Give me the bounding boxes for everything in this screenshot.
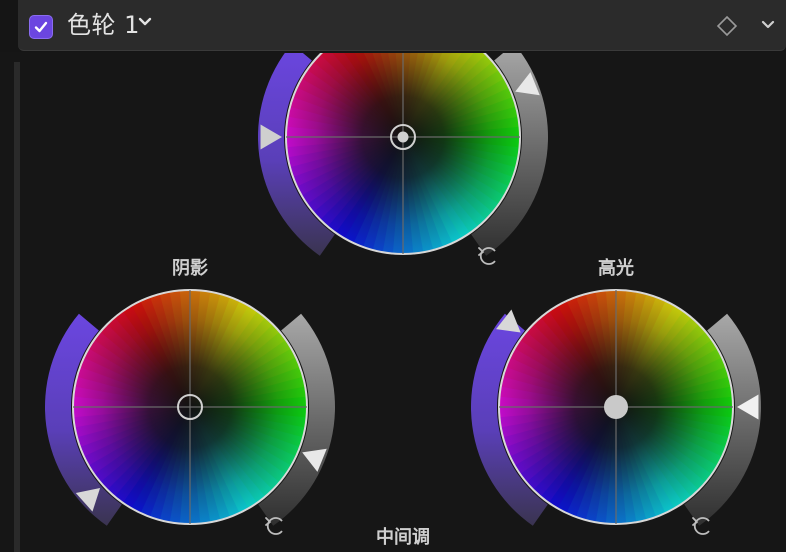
midtones-label: 中间调 <box>376 527 430 548</box>
shadows-label: 阴影 <box>172 258 208 279</box>
shadows-wheel[interactable] <box>45 289 335 535</box>
master-wheel[interactable] <box>258 20 548 265</box>
color-wheels-canvas <box>45 20 761 535</box>
highlights-wheel[interactable] <box>470 289 761 535</box>
puck-dot <box>397 131 409 143</box>
highlights-puck[interactable] <box>604 395 628 419</box>
highlights-label: 高光 <box>598 258 634 279</box>
